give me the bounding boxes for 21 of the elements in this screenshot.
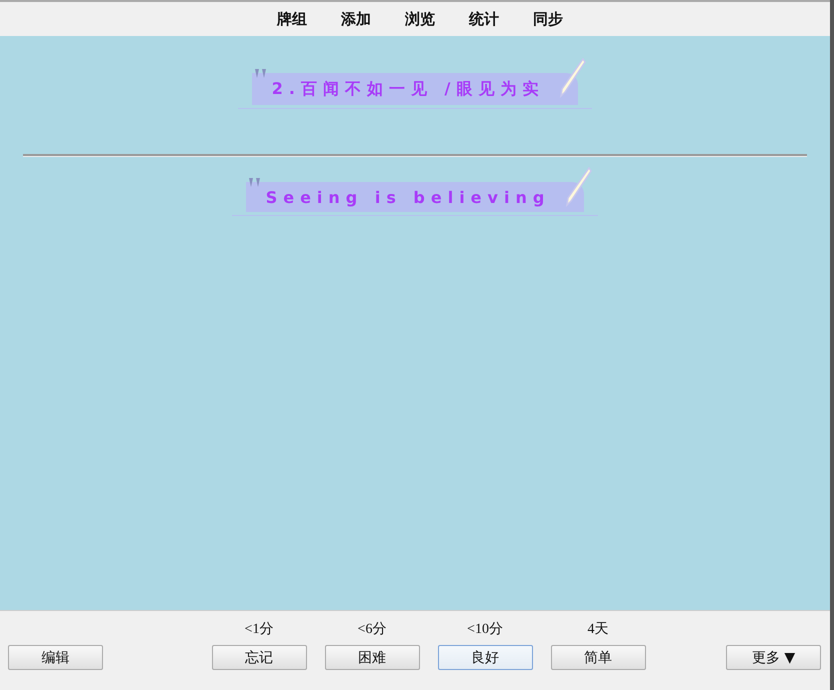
edit-button[interactable]: 编辑 [8, 645, 103, 670]
card-front-text: 2.百闻不如一见 /眼见为实 [272, 79, 544, 98]
interval-label: <10分 [467, 620, 503, 638]
menu-link[interactable]: 统计 [469, 10, 499, 28]
interval-label: <6分 [358, 620, 386, 638]
answer-button[interactable]: 简单 [550, 645, 646, 670]
pencil-icon [558, 58, 586, 100]
pencil-icon [564, 167, 592, 209]
more-button[interactable]: 更多 ▼ [726, 645, 821, 670]
menu-link[interactable]: 浏览 [405, 10, 435, 28]
menu-link[interactable]: 牌组 [277, 10, 307, 28]
answer-button[interactable]: 良好 [438, 645, 532, 670]
answer-button[interactable]: 忘记 [212, 645, 306, 670]
menu-link[interactable]: 添加 [341, 10, 371, 28]
menu-link[interactable]: 同步 [533, 10, 563, 28]
interval-label: 4天 [588, 621, 608, 638]
card-back-text: Seeing is believing [266, 188, 550, 207]
quote-icon [248, 178, 262, 187]
quote-icon [254, 69, 268, 78]
answer-button[interactable]: 困难 [324, 645, 420, 670]
interval-label: <1分 [244, 620, 274, 638]
